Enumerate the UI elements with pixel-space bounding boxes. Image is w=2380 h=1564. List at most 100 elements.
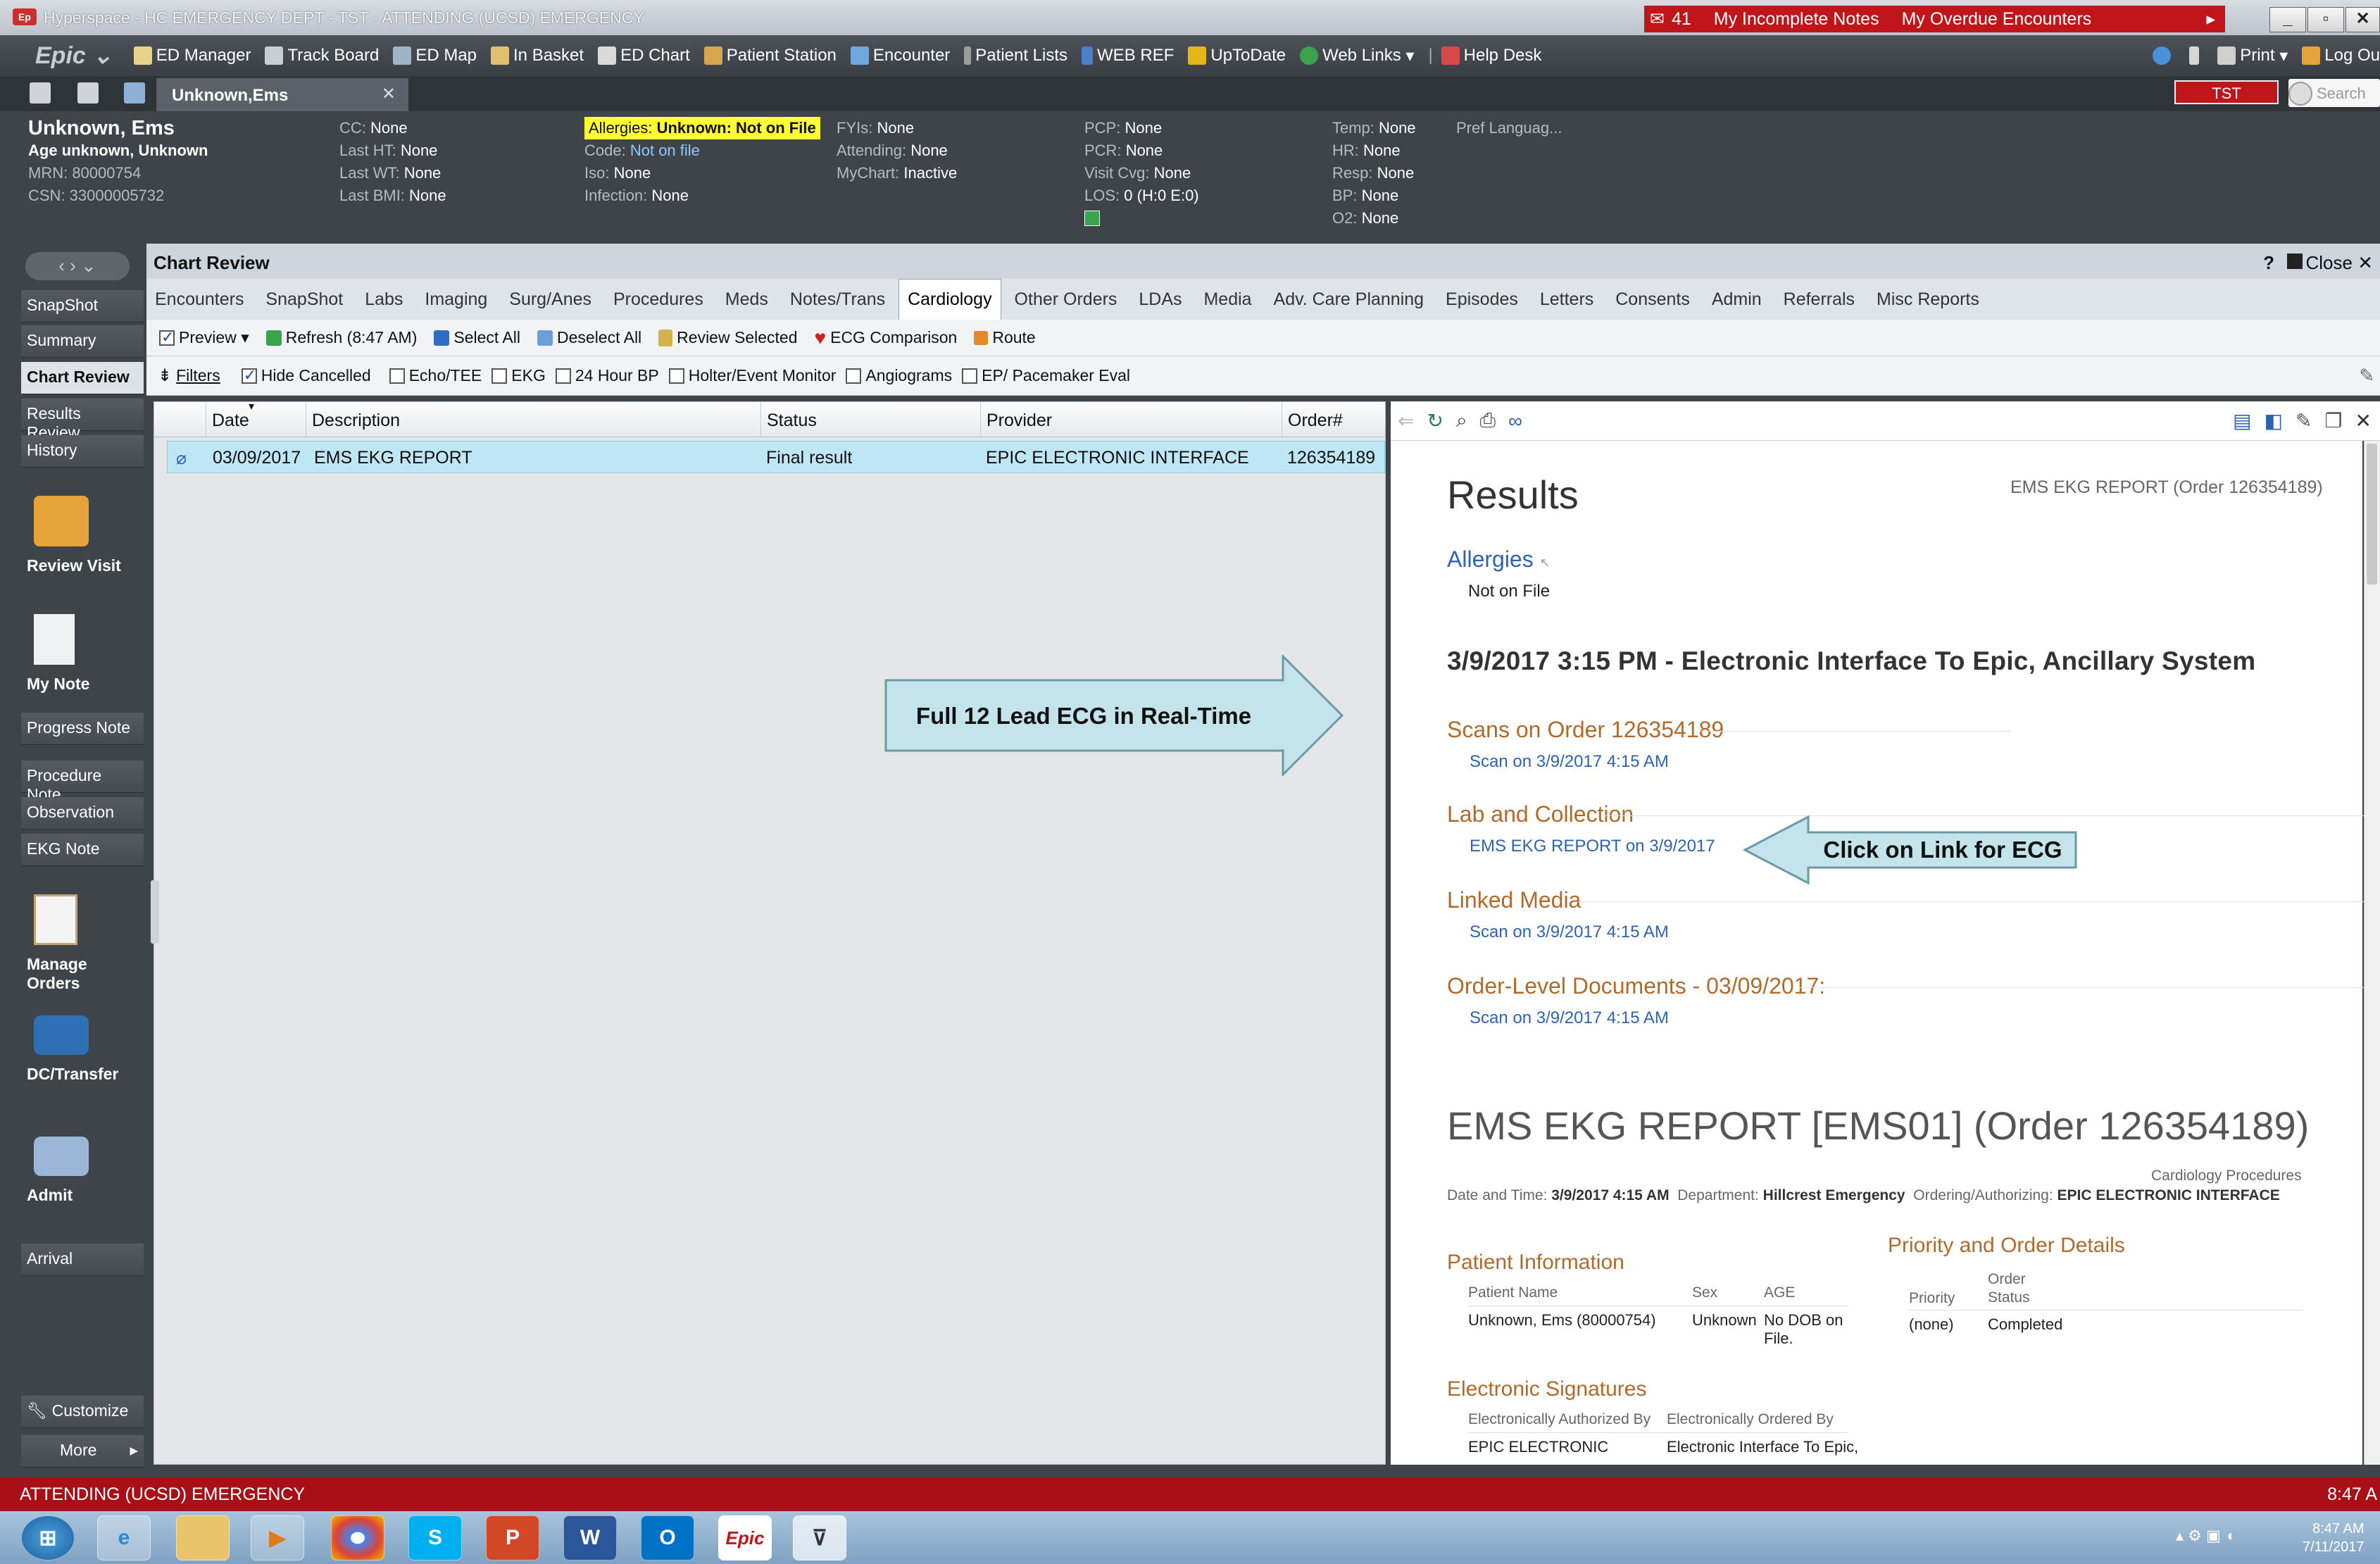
tab-procedures[interactable]: Procedures (605, 280, 712, 320)
app-taskbar-icon[interactable]: ⊽ (793, 1515, 846, 1560)
tab-consents[interactable]: Consents (1607, 280, 1698, 320)
tray-clock[interactable]: 8:47 AM 7/11/2017 (2303, 1520, 2365, 1556)
split-vertical-icon[interactable]: ◧ (2264, 409, 2282, 432)
epic-taskbar-icon[interactable]: Epic (718, 1515, 772, 1560)
admit-button[interactable]: Admit (21, 1132, 144, 1209)
preview-toggle[interactable]: Preview ▾ (159, 328, 249, 347)
close-preview-icon[interactable]: ✕ (2355, 409, 2372, 432)
print-icon[interactable]: ⎙ (1480, 409, 1496, 432)
tab-media[interactable]: Media (1195, 280, 1260, 320)
close-tab-icon[interactable]: ✕ (382, 84, 396, 104)
tray-icons[interactable]: ▴ ⚙ ▣ ◖ (2176, 1527, 2234, 1545)
filters-button[interactable]: ⇟ Filters (158, 365, 220, 386)
col-description[interactable]: Description (306, 402, 761, 437)
find-icon[interactable]: ⌕ (1456, 409, 1467, 432)
angiograms-checkbox[interactable] (846, 368, 862, 384)
patient-name[interactable]: Unknown, Ems (28, 117, 208, 139)
tab-ldas[interactable]: LDAs (1130, 280, 1190, 320)
epic-menu-button[interactable]: Epic ⌄ (35, 42, 113, 70)
tab-episodes[interactable]: Episodes (1437, 280, 1527, 320)
list-view-icon[interactable] (77, 82, 99, 104)
sidebar-item-snapshot[interactable]: SnapShot (21, 290, 144, 323)
sidebar-item-history[interactable]: History (21, 435, 144, 468)
help-desk-button[interactable]: | Help Desk (1428, 46, 1541, 65)
preview-wrench-icon[interactable]: ✎ (2296, 409, 2312, 432)
in-basket-button[interactable]: In Basket (491, 46, 584, 65)
word-icon[interactable]: W (563, 1515, 617, 1560)
hide-cancelled-checkbox[interactable] (241, 366, 257, 384)
tab-misc-reports[interactable]: Misc Reports (1868, 280, 1988, 320)
close-chart-review-button[interactable]: Close ✕ (2306, 252, 2374, 274)
linked-media-scan-link[interactable]: Scan on 3/9/2017 4:15 AM (1470, 922, 1669, 942)
tab-admin[interactable]: Admin (1703, 280, 1770, 320)
tab-notes-trans[interactable]: Notes/Trans (782, 280, 894, 320)
notification-count[interactable]: 41 (1672, 9, 1691, 30)
sidebar-item-results-review[interactable]: Results Review (21, 399, 144, 442)
patient-lists-button[interactable]: Patient Lists (964, 46, 1067, 65)
tab-labs[interactable]: Labs (356, 280, 411, 320)
24-hour-bp-checkbox[interactable] (555, 368, 571, 384)
sidebar-item-ekg-note[interactable]: EKG Note (21, 834, 144, 866)
notification-bar[interactable]: ✉ 41 My Incomplete Notes My Overdue Enco… (1644, 6, 2225, 32)
tab-adv-care-planning[interactable]: Adv. Care Planning (1265, 280, 1433, 320)
sidebar-item-observation[interactable]: Observation (21, 797, 144, 830)
preview-checkbox[interactable] (159, 328, 175, 346)
print-menu-button[interactable]: Print ▾ (2217, 46, 2288, 66)
patient-tab[interactable]: Unknown,Ems ✕ (156, 78, 408, 111)
uptodate-button[interactable]: UpToDate (1188, 46, 1286, 65)
chrome-icon[interactable] (331, 1515, 384, 1560)
scan-link[interactable]: Scan on 3/9/2017 4:15 AM (1470, 752, 1669, 772)
media-player-icon[interactable]: ▶ (251, 1515, 304, 1560)
overdue-encounters-link[interactable]: My Overdue Encounters (1902, 9, 2092, 30)
route-button[interactable]: Route (974, 328, 1036, 347)
help-icon-button[interactable] (2153, 46, 2175, 65)
maximize-icon[interactable] (2287, 254, 2303, 269)
history-nav-buttons[interactable]: ‹ › ⌄ (25, 252, 130, 280)
ed-map-button[interactable]: ED Map (393, 46, 477, 65)
24-hour-bp-filter[interactable]: 24 Hour BP (555, 366, 659, 385)
start-button[interactable]: ⊞ (21, 1515, 75, 1560)
sidebar-item-arrival[interactable]: Arrival (21, 1244, 144, 1276)
internet-explorer-icon[interactable]: e (97, 1515, 151, 1560)
patient-view-icon[interactable] (124, 82, 145, 104)
settings-wrench-icon[interactable]: ✎ (2359, 365, 2374, 387)
scrollbar-thumb[interactable] (2367, 444, 2377, 584)
minimize-button[interactable]: _ (2269, 7, 2306, 32)
more-button[interactable]: More ▸ (21, 1435, 144, 1468)
ed-manager-button[interactable]: ED Manager (133, 46, 251, 65)
sidebar-item-summary[interactable]: Summary (21, 325, 144, 358)
tab-letters[interactable]: Letters (1532, 280, 1602, 320)
select-all-button[interactable]: Select All (434, 328, 520, 347)
ekg-checkbox[interactable] (491, 368, 508, 384)
col-date[interactable]: Date ▾ (206, 401, 306, 437)
notification-expand-icon[interactable]: ▸ (2206, 8, 2215, 30)
col-order-number[interactable]: Order# (1282, 402, 1386, 437)
tab-imaging[interactable]: Imaging (416, 280, 496, 320)
echo-tee-checkbox[interactable] (389, 368, 405, 384)
my-note-button[interactable]: My Note (21, 610, 144, 698)
table-row[interactable]: ⌀ 03/09/2017 EMS EKG REPORT Final result… (167, 441, 1385, 473)
review-visit-button[interactable]: Review Visit (21, 492, 144, 580)
ems-ekg-report-link[interactable]: EMS EKG REPORT on 3/9/2017 (1470, 837, 1715, 856)
refresh-button[interactable]: Refresh (8:47 AM) (265, 328, 417, 347)
tab-other-orders[interactable]: Other Orders (1006, 280, 1126, 320)
sidebar-item-procedure-note[interactable]: Procedure Note (21, 761, 144, 803)
hide-cancelled-filter[interactable]: Hide Cancelled (241, 366, 371, 385)
customize-button[interactable]: 🔧︎ Customize (21, 1396, 144, 1428)
dc-transfer-button[interactable]: DC/Transfer (21, 1011, 144, 1088)
encounter-button[interactable]: Encounter (850, 46, 950, 65)
review-selected-button[interactable]: Review Selected (658, 328, 797, 347)
copy-icon[interactable]: ❐ (2324, 409, 2342, 432)
logout-button[interactable]: Log Ou (2302, 46, 2380, 65)
preview-scrollbar[interactable] (2364, 441, 2380, 1465)
ep-pacemaker-filter[interactable]: EP/ Pacemaker Eval (962, 366, 1130, 385)
link-icon[interactable]: ∞ (1508, 410, 1522, 432)
sidebar-item-chart-review[interactable]: Chart Review (21, 362, 144, 394)
outlook-icon[interactable]: O (641, 1515, 694, 1560)
pref-language[interactable]: Pref Languag... (1456, 117, 1562, 139)
tab-cardiology[interactable]: Cardiology (898, 279, 1001, 320)
split-horizontal-icon[interactable]: ▤ (2233, 409, 2251, 432)
file-explorer-icon[interactable] (176, 1515, 230, 1560)
holter-checkbox[interactable] (668, 368, 684, 384)
col-status[interactable]: Status (761, 402, 981, 437)
